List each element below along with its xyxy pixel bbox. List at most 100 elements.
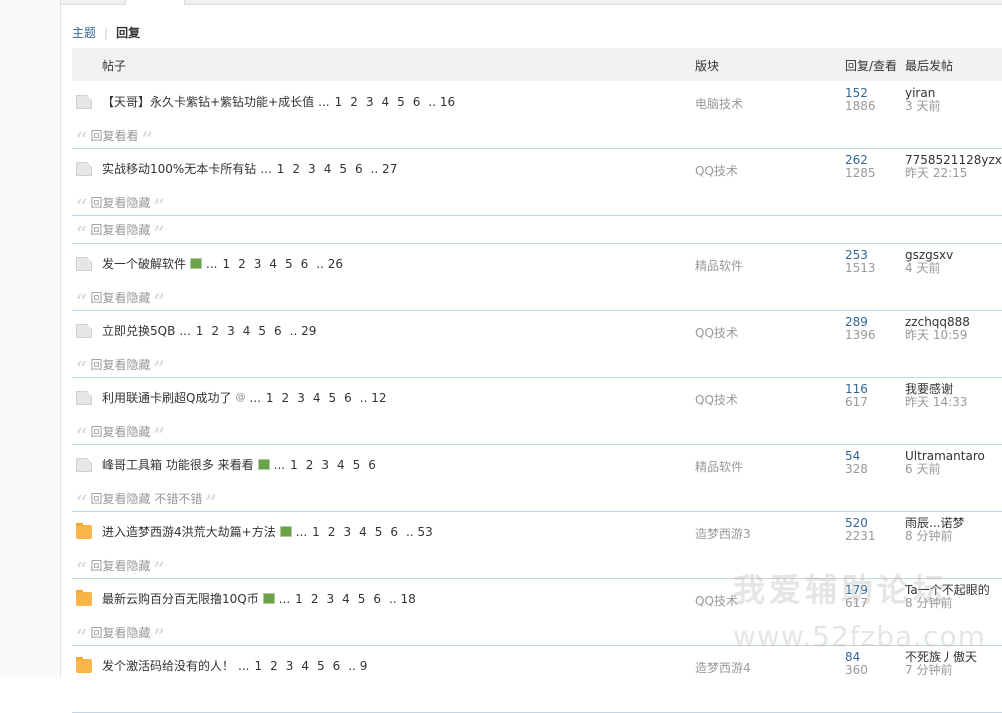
last-post-time[interactable]: 4 天前 bbox=[905, 262, 953, 275]
reply-view-counts: 116 617 bbox=[845, 383, 868, 409]
thread-title-link[interactable]: 进入造梦西游4洪荒大劫篇+方法 bbox=[102, 525, 276, 539]
page-link[interactable]: 5 bbox=[258, 324, 266, 338]
page-link[interactable]: 6 bbox=[333, 659, 341, 673]
last-post-time[interactable]: 昨天 22:15 bbox=[905, 167, 1002, 180]
last-post-time[interactable]: 7 分钟前 bbox=[905, 664, 977, 677]
page-link[interactable]: 1 bbox=[196, 324, 204, 338]
page-link[interactable]: 6 bbox=[344, 391, 352, 405]
forum-link[interactable]: 电脑技术 bbox=[695, 95, 743, 112]
page-link[interactable]: 5 bbox=[285, 257, 293, 271]
page-link[interactable]: 4 bbox=[337, 458, 345, 472]
last-post-time[interactable]: 6 天前 bbox=[905, 463, 985, 476]
page-link[interactable]: 3 bbox=[321, 458, 329, 472]
thread-title-link[interactable]: 最新云购百分百无限撸10Q币 bbox=[102, 592, 259, 606]
page-link[interactable]: 6 bbox=[368, 458, 376, 472]
close-quote-icon: ” bbox=[153, 221, 166, 245]
forum-link[interactable]: 精品软件 bbox=[695, 257, 743, 274]
forum-link[interactable]: QQ技术 bbox=[695, 162, 738, 179]
page-link[interactable]: 5 bbox=[353, 458, 361, 472]
page-link[interactable]: 6 bbox=[355, 162, 363, 176]
page-link[interactable]: 1 bbox=[312, 525, 320, 539]
page-link[interactable]: 2 bbox=[292, 162, 300, 176]
page-link[interactable]: 1 bbox=[290, 458, 298, 472]
page-link[interactable]: 4 bbox=[243, 324, 251, 338]
filter-replies-link[interactable]: 回复 bbox=[116, 26, 140, 40]
page-link[interactable]: 3 bbox=[286, 659, 294, 673]
page-link[interactable]: 5 bbox=[317, 659, 325, 673]
page-link[interactable]: 6 bbox=[413, 95, 421, 109]
page-link[interactable]: 4 bbox=[269, 257, 277, 271]
thread-cell: 实战移动100%无本卡所有钻... 1 2 3 4 5 6 .. 27 bbox=[76, 160, 688, 176]
page-link[interactable]: .. 29 bbox=[290, 324, 317, 338]
page-link[interactable]: 4 bbox=[382, 95, 390, 109]
page-link[interactable]: 4 bbox=[359, 525, 367, 539]
thread-title-link[interactable]: 发个激活码给没有的人！ bbox=[102, 659, 234, 673]
page-link[interactable]: 1 bbox=[277, 162, 285, 176]
thread-title-link[interactable]: 【天哥】永久卡紫钻+紫钻功能+成长值 bbox=[102, 95, 314, 109]
forum-link[interactable]: QQ技术 bbox=[695, 324, 738, 341]
thread-title-link[interactable]: 立即兑换5QB bbox=[102, 324, 175, 338]
last-post: 7758521128yzx 昨天 22:15 bbox=[905, 154, 1002, 180]
page-link[interactable]: 1 bbox=[266, 391, 274, 405]
page-link[interactable]: 2 bbox=[282, 391, 290, 405]
forum-link[interactable]: 造梦西游3 bbox=[695, 525, 751, 542]
page-link[interactable]: 4 bbox=[324, 162, 332, 176]
page-link[interactable]: 6 bbox=[301, 257, 309, 271]
page-link[interactable]: 1 bbox=[254, 659, 262, 673]
page-link[interactable]: 5 bbox=[375, 525, 383, 539]
page-link[interactable]: 3 bbox=[366, 95, 374, 109]
page-links: 1 2 3 4 5 6 .. 12 bbox=[266, 391, 395, 405]
page-link[interactable]: 6 bbox=[390, 525, 398, 539]
page-link[interactable]: 3 bbox=[297, 391, 305, 405]
last-post-time[interactable]: 8 分钟前 bbox=[905, 530, 964, 543]
folder-icon bbox=[76, 657, 92, 673]
page-link[interactable]: 2 bbox=[238, 257, 246, 271]
page-link[interactable]: 5 bbox=[358, 592, 366, 606]
thread-title-link[interactable]: 利用联通卡刷超Q成功了 bbox=[102, 391, 231, 405]
page-link[interactable]: 2 bbox=[311, 592, 319, 606]
page-link[interactable]: 2 bbox=[270, 659, 278, 673]
thread-title-link[interactable]: 实战移动100%无本卡所有钻 bbox=[102, 162, 256, 176]
page-link[interactable]: 2 bbox=[328, 525, 336, 539]
last-post-time[interactable]: 昨天 10:59 bbox=[905, 329, 970, 342]
thread-title-link[interactable]: 峰哥工具箱 功能很多 来看看 bbox=[102, 458, 254, 472]
last-post-time[interactable]: 3 天前 bbox=[905, 100, 940, 113]
page-link[interactable]: 4 bbox=[313, 391, 321, 405]
page-link[interactable]: 3 bbox=[254, 257, 262, 271]
last-post-time[interactable]: 8 分钟前 bbox=[905, 597, 990, 610]
page-link[interactable]: 5 bbox=[328, 391, 336, 405]
page-link[interactable]: 2 bbox=[211, 324, 219, 338]
thread-title-link[interactable]: 发一个破解软件 bbox=[102, 257, 186, 271]
page-link[interactable]: .. 9 bbox=[348, 659, 367, 673]
page-links: 1 2 3 4 5 6 .. 16 bbox=[335, 95, 464, 109]
forum-link[interactable]: QQ技术 bbox=[695, 592, 738, 609]
page-link[interactable]: 3 bbox=[227, 324, 235, 338]
page-link[interactable]: 3 bbox=[343, 525, 351, 539]
last-post-time[interactable]: 昨天 14:33 bbox=[905, 396, 967, 409]
page-link[interactable]: .. 53 bbox=[406, 525, 433, 539]
forum-link[interactable]: 精品软件 bbox=[695, 458, 743, 475]
page-link[interactable]: 3 bbox=[326, 592, 334, 606]
page-link[interactable]: 2 bbox=[306, 458, 314, 472]
page-link[interactable]: 1 bbox=[222, 257, 230, 271]
page-link[interactable]: .. 18 bbox=[389, 592, 416, 606]
page-link[interactable]: 6 bbox=[373, 592, 381, 606]
forum-link[interactable]: QQ技术 bbox=[695, 391, 738, 408]
image-attachment-icon bbox=[279, 526, 292, 537]
page-link[interactable]: .. 27 bbox=[371, 162, 398, 176]
page-link[interactable]: .. 26 bbox=[316, 257, 343, 271]
page-link[interactable]: 5 bbox=[397, 95, 405, 109]
page-link[interactable]: 4 bbox=[301, 659, 309, 673]
page-link[interactable]: 4 bbox=[342, 592, 350, 606]
page-link[interactable]: .. 16 bbox=[428, 95, 455, 109]
page-link[interactable]: 2 bbox=[350, 95, 358, 109]
active-top-tab[interactable] bbox=[125, 0, 185, 5]
page-link[interactable]: 3 bbox=[308, 162, 316, 176]
page-link[interactable]: 1 bbox=[295, 592, 303, 606]
filter-topics-link[interactable]: 主题 bbox=[72, 26, 96, 40]
page-link[interactable]: .. 12 bbox=[360, 391, 387, 405]
page-link[interactable]: 5 bbox=[339, 162, 347, 176]
page-link[interactable]: 1 bbox=[335, 95, 343, 109]
forum-link[interactable]: 造梦西游4 bbox=[695, 659, 751, 676]
page-link[interactable]: 6 bbox=[274, 324, 282, 338]
